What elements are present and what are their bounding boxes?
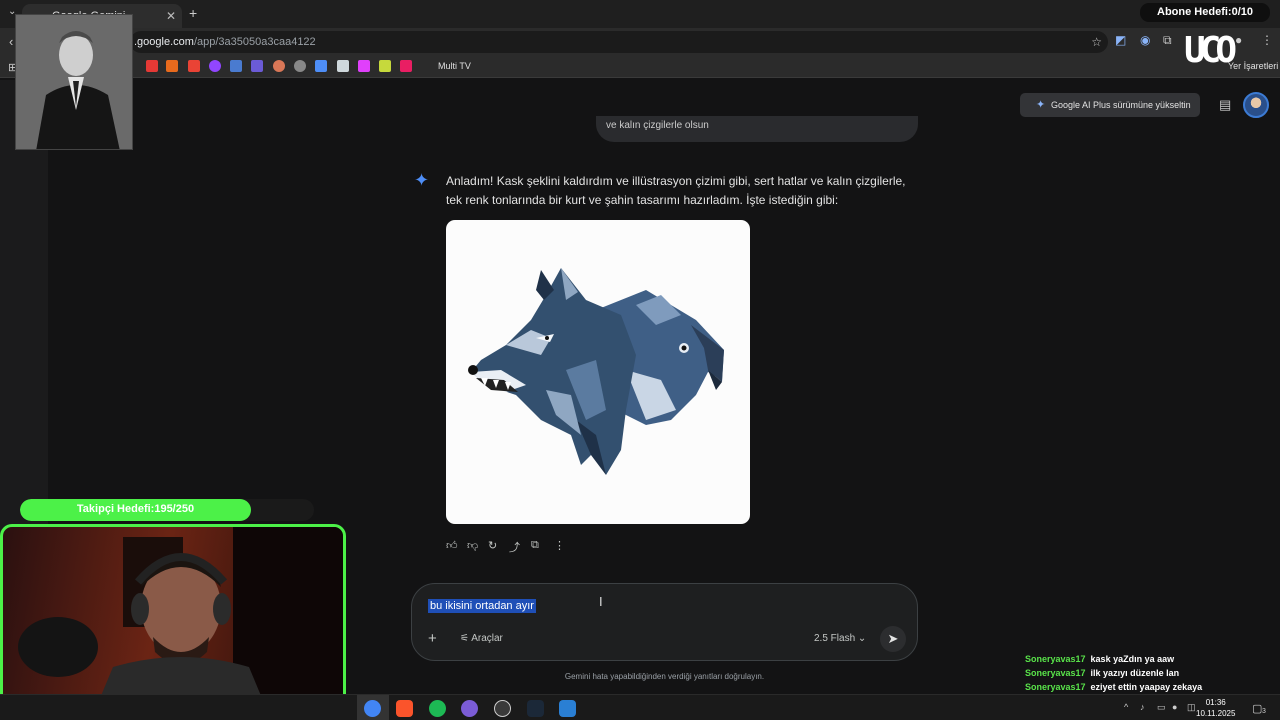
send-button[interactable]: ➤ — [880, 626, 906, 652]
chat-message: Soneryavas17 ilk yazıyı düzenle lan — [1025, 668, 1202, 682]
gemini-star-icon: ✦ — [414, 170, 430, 190]
thumbs-up-icon[interactable]: 👍︎ — [446, 539, 458, 552]
avatar[interactable] — [1243, 92, 1269, 118]
notification-icon[interactable]: ▢ — [1252, 702, 1262, 715]
read-aloud-icon[interactable]: ◉ — [1140, 33, 1150, 47]
mic-icon[interactable]: ● — [1172, 702, 1177, 712]
clock-time: 01:36 — [1205, 698, 1226, 707]
upgrade-button[interactable]: ✦ Google AI Plus sürümüne yükseltin — [1020, 93, 1200, 117]
translate-icon[interactable]: ◩ — [1115, 33, 1126, 47]
tools-label: Araçlar — [471, 633, 503, 644]
bi-bookmark-icon[interactable] — [400, 60, 412, 72]
thumbs-down-icon[interactable]: 👎︎ — [467, 539, 478, 552]
send-icon: ➤ — [887, 631, 899, 646]
copy-icon[interactable]: ⧉ — [531, 539, 539, 552]
prompt-input-box[interactable]: bu ikisini ortadan ayır + ⚟ Araçlar 2.5 … — [411, 583, 918, 661]
bookmarks-folder[interactable]: Yer İşaretleri — [1228, 61, 1278, 71]
upgrade-label: Google AI Plus sürümüne yükseltin — [1051, 100, 1191, 110]
tab-bar: ⌄ Google Gemini ✕ + Abone Hedefi:0/10 — [0, 0, 1280, 28]
bookmark-star-icon[interactable]: ☆ — [1091, 35, 1102, 49]
twitch-bookmark-icon[interactable] — [209, 60, 221, 72]
model-label: 2.5 Flash — [814, 633, 856, 644]
add-attachment-icon[interactable]: + — [428, 630, 437, 647]
previous-user-message: ve kalın çizgilerle olsun — [596, 116, 918, 142]
system-clock[interactable]: 01:36 10.11.2025 — [1196, 697, 1235, 719]
extensions-icon[interactable]: ⧉ — [1163, 33, 1172, 48]
battery-icon[interactable]: ▭ — [1157, 702, 1166, 713]
temporary-chat-icon[interactable]: ▤ — [1219, 97, 1231, 113]
url-host: .google.com — [134, 36, 194, 48]
gemini-bookmark-icon[interactable] — [315, 60, 327, 72]
obs-taskbar-icon[interactable] — [494, 700, 511, 717]
model-selector[interactable]: 2.5 Flash ⌄ — [814, 633, 866, 644]
youtube-bookmark-icon[interactable] — [146, 60, 158, 72]
chat-username: Soneryavas17 — [1025, 668, 1086, 678]
chat-text: kask yaZdın ya aaw — [1090, 654, 1175, 664]
webcam-illustration — [18, 527, 343, 715]
back-arrow-icon[interactable]: ‹ — [9, 34, 13, 49]
share-icon[interactable]: ⤴ — [509, 539, 520, 555]
tools-icon: ⚟ — [460, 633, 472, 644]
follower-goal-text: Takipçi Hedefi:195/250 — [76, 503, 195, 515]
chat-username: Soneryavas17 — [1025, 654, 1086, 664]
gemini-reply-text: Anladım! Kask şeklini kaldırdım ve illüs… — [446, 174, 906, 207]
discord-taskbar-icon[interactable] — [461, 700, 478, 717]
volume-icon[interactable]: ♪ — [1140, 702, 1145, 712]
disclaimer-text: Gemini hata yapabildiğinden verdiği yanı… — [564, 672, 765, 681]
meta-bookmark-icon[interactable] — [230, 60, 242, 72]
notification-count: 3 — [1262, 708, 1266, 715]
wolf-hawk-illustration — [468, 268, 724, 475]
url-field[interactable]: .google.com/app/3a35050a3caa4122 ☆ — [130, 31, 1108, 53]
bookmark-icon-12[interactable] — [379, 60, 391, 72]
profile-icon[interactable]: ● — [1235, 33, 1242, 47]
gmail-bookmark-icon[interactable] — [188, 60, 200, 72]
menu-kebab-icon[interactable]: ⋮ — [1261, 33, 1273, 47]
screen: ⌄ Google Gemini ✕ + Abone Hedefi:0/10 .g… — [0, 0, 1280, 720]
clock-date: 10.11.2025 — [1196, 709, 1236, 718]
tools-button[interactable]: ⚟ Araçlar — [460, 633, 503, 644]
lab-bookmark-icon[interactable] — [337, 60, 349, 72]
brave-taskbar-icon[interactable] — [396, 700, 413, 717]
chat-message: Soneryavas17 kask yaZdın ya aaw — [1025, 654, 1202, 668]
chat-text: eziyet ettin yaapay zekaya — [1090, 682, 1203, 692]
spotify-taskbar-icon[interactable] — [429, 700, 446, 717]
bookmark-icon-6[interactable] — [251, 60, 263, 72]
text-cursor-icon: I — [599, 594, 603, 609]
portrait-illustration — [16, 15, 132, 149]
chrome-taskbar-icon[interactable] — [364, 700, 381, 717]
channel-logo: UCO — [1184, 30, 1237, 71]
chat-username: Soneryavas17 — [1025, 682, 1086, 692]
taskbar: ^ ♪ ▭ ● ◫ 01:36 10.11.2025 ▢ 3 — [0, 694, 1280, 720]
claude-bookmark-icon[interactable] — [273, 60, 285, 72]
bookmark-multi-tv[interactable]: Multi TV — [438, 61, 471, 71]
follower-goal-bar: Takipçi Hedefi:195/250 — [20, 499, 314, 521]
chevron-down-icon: ⌄ — [857, 633, 867, 644]
address-bar-row: .google.com/app/3a35050a3caa4122 ☆ — [0, 28, 1280, 56]
sparkle-icon: ✦ — [1036, 99, 1046, 111]
bookmarks-bar: ⊞ Multi TV Yer İşaretleri — [0, 56, 1280, 78]
generated-image[interactable] — [446, 220, 750, 524]
chat-text: ilk yazıyı düzenle lan — [1090, 668, 1180, 678]
prompt-input-text[interactable]: bu ikisini ortadan ayır — [428, 599, 536, 613]
e-bookmark-icon[interactable] — [166, 60, 178, 72]
portrait-photo — [15, 14, 133, 150]
chatgpt-bookmark-icon[interactable] — [294, 60, 306, 72]
regenerate-icon[interactable]: ↻ — [488, 539, 497, 552]
url-path: /app/3a35050a3caa4122 — [193, 36, 316, 48]
network-icon[interactable]: ◫ — [1187, 702, 1196, 713]
webcam-feed — [0, 524, 346, 718]
bookmark-icon-11[interactable] — [358, 60, 370, 72]
new-tab-icon[interactable]: + — [189, 5, 197, 21]
more-options-icon[interactable]: ⋮ — [554, 539, 565, 552]
subscriber-goal-badge: Abone Hedefi:0/10 — [1140, 3, 1270, 22]
app-taskbar-icon[interactable] — [559, 700, 576, 717]
steam-taskbar-icon[interactable] — [527, 700, 544, 717]
tray-chevron-icon[interactable]: ^ — [1124, 702, 1128, 712]
tab-close-icon[interactable]: ✕ — [166, 9, 176, 23]
